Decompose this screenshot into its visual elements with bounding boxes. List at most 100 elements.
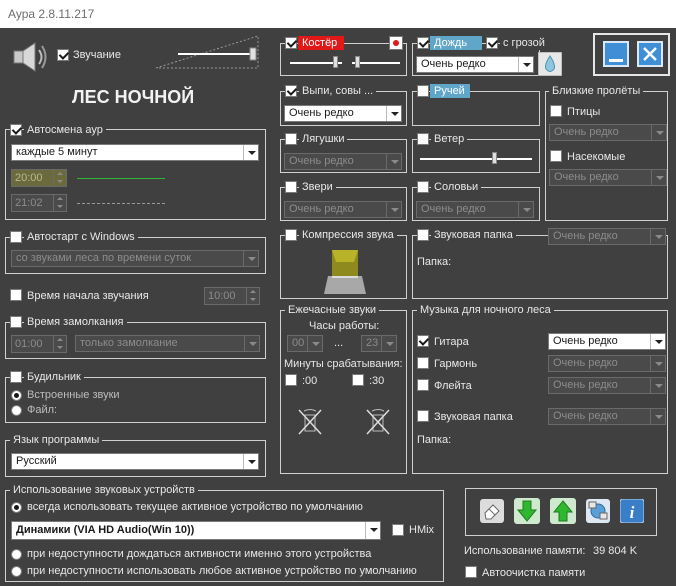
language-select[interactable]: Русский [11, 453, 259, 470]
wind-volume-track[interactable] [420, 158, 532, 160]
close-button[interactable] [637, 41, 663, 67]
close-icon [643, 47, 657, 61]
spin-arrows-icon[interactable] [53, 195, 66, 211]
stream-checkbox[interactable] [417, 85, 429, 97]
time1-indicator-line [77, 178, 165, 179]
campfire-checkbox[interactable] [285, 37, 297, 49]
hmix-checkbox[interactable] [392, 524, 404, 536]
time1-spinner[interactable]: 20:00 [11, 169, 67, 187]
info-icon[interactable]: i [620, 499, 644, 523]
flyby-insects-label: Насекомые [567, 151, 626, 163]
spin-arrows-icon[interactable] [246, 288, 259, 304]
svg-text:i: i [630, 503, 635, 522]
nightingales-checkbox[interactable] [417, 181, 429, 193]
hours-to-select[interactable]: 23 [361, 335, 397, 352]
wind-volume-thumb[interactable] [492, 152, 497, 164]
music-accordion-freq-select[interactable]: Очень редко [548, 355, 666, 372]
network-icon[interactable] [586, 499, 610, 523]
alarm-builtin-radio[interactable] [11, 390, 22, 401]
music-accordion-checkbox[interactable] [417, 357, 429, 369]
campfire-balance-thumb[interactable] [355, 56, 360, 68]
autostart-mode-value: со звуками леса по времени суток [16, 252, 192, 264]
howls-checkbox[interactable] [285, 85, 297, 97]
campfire-label: Костёр [302, 37, 338, 49]
music-path-label: Папка: [417, 434, 452, 446]
minute-00-checkbox[interactable] [285, 374, 297, 386]
speaker-icon[interactable] [11, 40, 51, 74]
music-guitar-freq-select[interactable]: Очень редко [548, 333, 666, 350]
minute-30-checkbox[interactable] [352, 374, 364, 386]
hours-from-value: 00 [292, 337, 305, 349]
fade-mode-select[interactable]: только замолкание [75, 335, 260, 352]
device-any-radio[interactable] [11, 566, 22, 577]
wind-label: Ветер [431, 133, 468, 146]
thunder-checkbox[interactable] [486, 37, 498, 49]
chevron-down-icon [651, 125, 666, 140]
flyby-insects-freq-select[interactable]: Очень редко [549, 169, 667, 186]
upload-arrow-icon[interactable] [550, 498, 576, 524]
flyby-birds-label: Птицы [567, 106, 601, 118]
spin-arrows-icon[interactable] [53, 336, 66, 352]
device-default-radio[interactable] [11, 502, 22, 513]
hours-from-select[interactable]: 00 [287, 335, 323, 352]
minimize-button[interactable] [603, 41, 629, 67]
sound-enabled-checkbox[interactable] [57, 49, 69, 61]
fade-time-checkbox[interactable] [10, 316, 22, 328]
music-flute-freq-select[interactable]: Очень редко [548, 377, 666, 394]
chevron-down-icon [244, 336, 259, 351]
device-select[interactable]: Динамики (VIA HD Audio(Win 10)) [11, 521, 381, 540]
music-folder-checkbox[interactable] [417, 410, 429, 422]
wind-checkbox[interactable] [417, 133, 429, 145]
beasts-checkbox[interactable] [285, 181, 297, 193]
chevron-down-icon [650, 378, 665, 393]
music-folder-freq-select[interactable]: Очень редко [548, 408, 666, 425]
music-flute-checkbox[interactable] [417, 379, 429, 391]
flyby-birds-freq-select[interactable]: Очень редко [549, 124, 667, 141]
flyby-insects-checkbox[interactable] [550, 150, 562, 162]
spin-arrows-icon[interactable] [53, 170, 66, 186]
alarm-file-radio[interactable] [11, 405, 22, 416]
fade-time-spinner[interactable]: 01:00 [11, 335, 67, 353]
rain-freq-select[interactable]: Очень редко [416, 56, 534, 73]
folder-label: Звуковая папка [431, 229, 516, 242]
time2-value: 21:02 [15, 197, 43, 209]
eraser-icon[interactable] [480, 499, 504, 523]
autostart-checkbox[interactable] [10, 231, 22, 243]
folder-checkbox[interactable] [417, 229, 429, 241]
music-guitar-checkbox[interactable] [417, 335, 429, 347]
auto-change-interval-select[interactable]: каждые 5 минут [11, 144, 259, 161]
raindrop-icon[interactable] [538, 52, 562, 76]
autoclean-checkbox[interactable] [465, 566, 477, 578]
campfire-volume-thumb[interactable] [333, 56, 338, 68]
rain-checkbox[interactable] [417, 37, 429, 49]
download-arrow-icon[interactable] [514, 498, 540, 524]
autostart-mode-select[interactable]: со звуками леса по времени суток [11, 250, 259, 267]
nightingales-freq-select[interactable]: Очень редко [416, 201, 534, 218]
folder-freq-select[interactable]: Очень редко [548, 228, 666, 245]
autostart-label: Автостарт с Windows [24, 231, 138, 244]
howls-freq-select[interactable]: Очень редко [284, 105, 402, 122]
flyby-insects-freq-value: Очень редко [554, 171, 619, 183]
start-time-label: Время начала звучания [27, 290, 149, 302]
device-wait-radio[interactable] [11, 549, 22, 560]
thunder-label: с грозой [500, 37, 548, 50]
frogs-freq-select[interactable]: Очень редко [284, 153, 402, 170]
minute-30-label: :30 [369, 375, 385, 387]
alarm-checkbox[interactable] [10, 371, 22, 383]
sound-30-icon[interactable] [364, 407, 392, 437]
compression-gauge[interactable] [324, 248, 366, 296]
compression-checkbox[interactable] [285, 229, 297, 241]
time2-spinner[interactable]: 21:02 [11, 194, 67, 212]
beasts-freq-select[interactable]: Очень редко [284, 201, 402, 218]
flyby-birds-checkbox[interactable] [550, 105, 562, 117]
frogs-checkbox[interactable] [285, 133, 297, 145]
time1-value: 20:00 [15, 172, 43, 184]
campfire-record-button[interactable] [389, 36, 403, 50]
start-time-checkbox[interactable] [10, 289, 22, 301]
start-time-spinner[interactable]: 10:00 [204, 287, 260, 305]
master-volume-slider[interactable] [152, 34, 262, 72]
sound-00-icon[interactable] [296, 407, 324, 437]
time2-indicator-line [77, 203, 165, 204]
memory-value: 39 804 K [593, 545, 638, 557]
auto-change-checkbox[interactable] [10, 124, 22, 136]
